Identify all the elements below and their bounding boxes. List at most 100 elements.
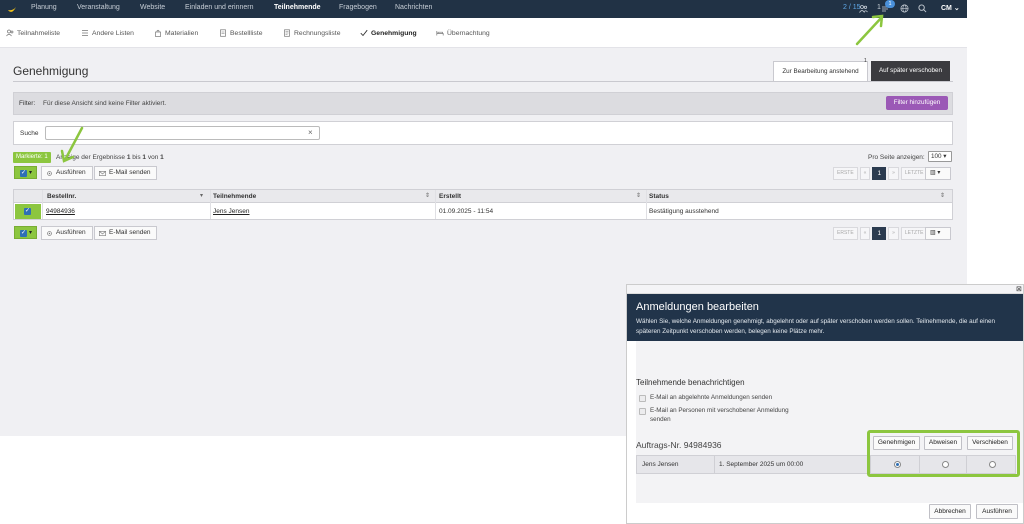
caret-down-icon: ▾ [29,230,33,236]
pager-current[interactable]: 1 [872,167,887,180]
send-email-button-bottom[interactable]: E-Mail senden [94,226,157,240]
order-number-title: Auftrags-Nr. 94984936 [636,440,722,450]
table-header: Bestellnr. ▾ Teilnehmende ⇕ Erstellt ⇕ S… [14,190,952,203]
created-date: 01.09.2025 - 11:54 [439,208,494,215]
execute-button-bottom[interactable]: Ausführen [41,226,93,240]
people-icon [6,29,14,37]
search-label: Suche [20,130,39,137]
list-icon [82,30,88,36]
close-icon[interactable]: ⊠ [1016,285,1022,294]
cancel-button[interactable]: Abbrechen [929,504,971,519]
topnav-item-veranstaltung[interactable]: Veranstaltung [77,4,120,11]
top-navigation: Planung Veranstaltung Website Einladen u… [0,0,967,18]
results-info-from: 1 [126,154,131,161]
view-options-dropdown[interactable]: ▥ ▾ [925,167,951,180]
column-header-order[interactable]: Bestellnr. [47,193,76,200]
subnav-bestellliste[interactable]: Bestellliste [219,29,263,37]
subnav-teilnahmeliste[interactable]: Teilnahmeliste [6,29,60,37]
caret-down-icon: ▾ [29,170,33,176]
user-menu[interactable]: CM ⌄ [941,4,960,12]
tab-postponed[interactable]: Auf später verschoben [871,61,950,81]
topnav-item-nachrichten[interactable]: Nachrichten [395,4,432,11]
subnav-rechnungsliste[interactable]: Rechnungsliste [283,29,340,37]
filter-label: Filter: [19,100,36,107]
sort-icon[interactable]: ⇕ [940,192,945,199]
results-info-prefix: Anzeige der Ergebnisse [56,154,126,161]
gear-icon [47,230,52,236]
checkbox-checked-icon: ✓ [20,230,27,237]
send-email-button[interactable]: E-Mail senden [94,166,157,180]
topnav-item-fragebogen[interactable]: Fragebogen [339,4,377,11]
subnav-genehmigung[interactable]: Genehmigung [360,29,417,37]
execute-button[interactable]: Ausführen [41,166,93,180]
subnav-label: Genehmigung [371,29,417,37]
notify-rejected-label: E-Mail an abgelehnte Anmeldungen senden [650,394,773,401]
search-input[interactable] [45,126,320,140]
subnav-label: Rechnungsliste [294,29,341,37]
subnav-label: Teilnahmeliste [17,29,61,37]
bed-icon [436,31,444,36]
results-info-total: 1 [160,154,164,161]
send-email-label: E-Mail senden [109,169,151,176]
row-checkbox[interactable]: ✓ [15,204,41,219]
notify-section-title: Teilnehmende benachrichtigen [636,378,745,387]
app-logo-icon [8,7,16,12]
checkmark-icon [360,29,368,37]
per-page-label: Pro Seite anzeigen: [868,154,925,161]
user-initials: CM [941,5,952,12]
pager-last[interactable]: LETZTE [900,167,928,180]
topnav-item-teilnehmende[interactable]: Teilnehmende [274,4,321,11]
notify-rejected-checkbox[interactable] [639,395,646,402]
marked-count-badge: Markierte: 1 [13,152,51,163]
order-number-link[interactable]: 94984936 [46,208,75,215]
execute-dialog-button[interactable]: Ausführen [976,504,1018,519]
participant-link[interactable]: Jens Jensen [213,208,250,215]
checkbox-checked-icon: ✓ [20,170,27,177]
pager-next[interactable]: » [888,227,899,240]
execute-label: Ausführen [56,169,86,176]
notify-postponed-checkbox[interactable] [639,408,646,415]
subnav-uebernachtung[interactable]: Übernachtung [436,29,490,37]
column-header-participant[interactable]: Teilnehmende [213,193,256,200]
sort-down-icon[interactable]: ▾ [200,192,203,199]
people-icon[interactable] [859,5,868,13]
pagination-top: ERSTE « 1 » LETZTE [833,167,928,180]
add-filter-button[interactable]: Filter hinzufügen [886,96,948,110]
topnav-item-einladen[interactable]: Einladen und erinnern [185,4,254,11]
send-email-label: E-Mail senden [109,229,151,236]
globe-icon[interactable] [900,4,909,13]
pager-first[interactable]: ERSTE [833,167,858,180]
envelope-icon [99,230,106,236]
sort-icon[interactable]: ⇕ [636,192,641,199]
tab-pending[interactable]: Zur Bearbeitung anstehend [773,61,868,81]
results-info-of-word: von [147,154,159,161]
sort-icon[interactable]: ⇕ [425,192,430,199]
pager-current[interactable]: 1 [872,227,887,240]
topnav-item-planung[interactable]: Planung [31,4,57,11]
select-all-dropdown-bottom[interactable]: ✓ ▾ [14,226,37,239]
search-icon[interactable] [918,4,927,13]
highlight-box [867,430,1020,477]
pager-last[interactable]: LETZTE [900,227,928,240]
subnav-materialien[interactable]: Materialien [154,29,198,37]
results-info-to: 1 [142,154,147,161]
status-text: Bestätigung ausstehend [649,208,719,215]
pager-prev[interactable]: « [859,167,871,180]
participants-counter[interactable]: 2 / 15 [843,4,861,11]
subnav-label: Übernachtung [447,29,490,37]
column-header-status[interactable]: Status [649,193,669,200]
pager-next[interactable]: » [888,167,899,180]
pager-first[interactable]: ERSTE [833,227,858,240]
subnav-andere-listen[interactable]: Andere Listen [81,29,134,37]
sub-navigation: Teilnahmeliste Andere Listen Materialien… [0,18,967,48]
column-divider [435,190,436,219]
pager-prev[interactable]: « [859,227,871,240]
topnav-item-website[interactable]: Website [140,4,165,11]
select-all-dropdown[interactable]: ✓ ▾ [14,166,37,179]
view-options-dropdown-bottom[interactable]: ▥ ▾ [925,227,951,240]
dialog-title: Anmeldungen bearbeiten [636,301,759,313]
cell-divider [714,456,715,473]
clear-search-icon[interactable]: × [308,128,313,137]
column-header-created[interactable]: Erstellt [439,193,461,200]
per-page-select[interactable]: 100 ▾ [928,151,952,162]
